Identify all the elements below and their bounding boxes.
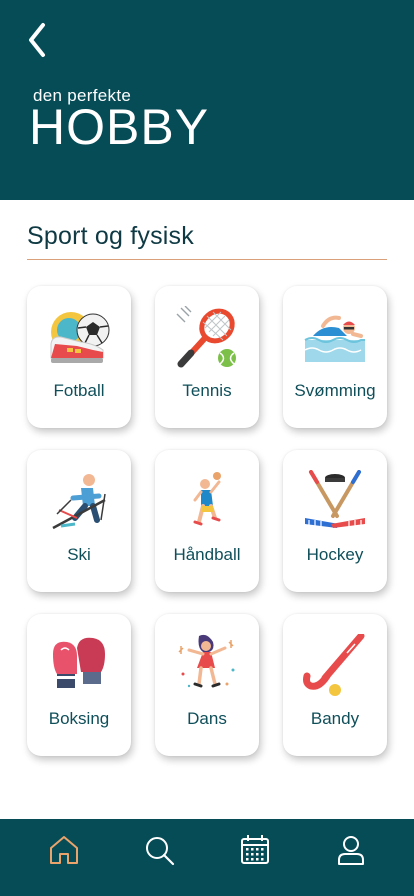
dance-icon xyxy=(178,634,235,688)
header: den perfekte HOBBY xyxy=(0,0,414,200)
hobby-label: Boksing xyxy=(48,709,110,728)
hobby-card-boksing[interactable]: Boksing xyxy=(27,614,131,756)
tennis-icon xyxy=(176,306,236,368)
hobby-card-hockey[interactable]: Hockey xyxy=(283,450,387,592)
search-icon[interactable] xyxy=(142,833,176,867)
boxing-icon xyxy=(53,637,105,688)
hobby-label: Ski xyxy=(67,545,91,564)
bottom-navigation xyxy=(0,819,414,896)
hobby-card-svomming[interactable]: Svømming xyxy=(283,286,387,428)
hobby-card-ski[interactable]: Ski xyxy=(27,450,131,592)
bandy-icon xyxy=(303,634,365,696)
hobby-card-bandy[interactable]: Bandy xyxy=(283,614,387,756)
ski-icon xyxy=(52,474,106,530)
section-title: Sport og fysisk xyxy=(27,222,194,250)
handball-icon xyxy=(193,472,221,526)
hobby-card-dans[interactable]: Dans xyxy=(155,614,259,756)
hobby-label: Håndball xyxy=(173,545,241,564)
hobby-label: Dans xyxy=(187,709,227,728)
football-icon xyxy=(50,312,110,363)
hockey-icon xyxy=(305,470,365,528)
hobby-label: Hockey xyxy=(306,545,364,564)
hobby-label: Tennis xyxy=(182,381,232,400)
hobby-card-fotball[interactable]: Fotball xyxy=(27,286,131,428)
chevron-left-icon[interactable] xyxy=(22,20,52,62)
hobby-label: Bandy xyxy=(310,709,360,728)
page-title: HOBBY xyxy=(29,99,210,155)
swimming-icon xyxy=(304,315,365,362)
home-icon[interactable] xyxy=(47,833,81,867)
calendar-icon[interactable] xyxy=(238,833,272,867)
hobby-label: Fotball xyxy=(53,381,105,400)
profile-icon[interactable] xyxy=(334,833,368,867)
hobby-card-tennis[interactable]: Tennis xyxy=(155,286,259,428)
section-divider xyxy=(27,259,387,260)
hobby-label: Svømming xyxy=(294,381,376,400)
hobby-card-handball[interactable]: Håndball xyxy=(155,450,259,592)
